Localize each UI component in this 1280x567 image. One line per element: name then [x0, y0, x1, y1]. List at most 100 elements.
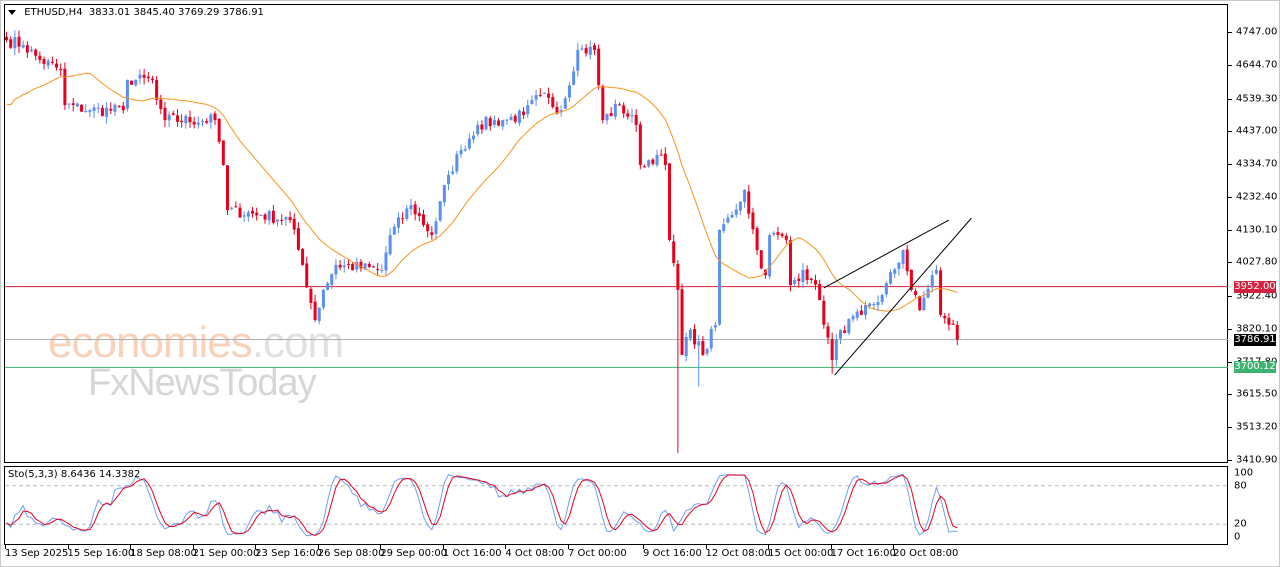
stoch-signal-value: 14.3382	[99, 469, 141, 480]
time-axis-label: 12 Oct 08:00	[705, 548, 771, 559]
candle-body	[930, 275, 934, 288]
candle-body	[451, 171, 455, 174]
candle-body	[326, 283, 330, 290]
candle-body	[517, 110, 521, 123]
candle-body	[488, 118, 492, 127]
candle-body	[88, 110, 92, 113]
candle-body	[317, 307, 321, 321]
price-tick	[1228, 32, 1232, 33]
candle-body	[480, 124, 484, 130]
candle-body	[296, 228, 300, 250]
candle-body	[776, 232, 780, 235]
candle-body	[242, 215, 246, 217]
candle-body	[463, 149, 467, 151]
candle-body	[843, 330, 847, 333]
candle-body	[939, 270, 943, 315]
candle-body	[305, 263, 309, 288]
candle-body	[50, 61, 54, 63]
candle-body	[705, 348, 709, 354]
candle-body	[334, 264, 338, 275]
candle-body	[688, 329, 692, 339]
candle-body	[405, 208, 409, 219]
price-tick	[1228, 98, 1232, 100]
candle-body	[805, 269, 809, 280]
candle-body	[522, 111, 526, 115]
candle-body	[884, 283, 888, 295]
candle-body	[409, 204, 413, 210]
candle-body	[17, 36, 21, 47]
resistance-price-tag: 3952.00	[1234, 280, 1276, 293]
candle-body	[251, 210, 255, 214]
dropdown-triangle-icon[interactable]	[8, 9, 16, 15]
candle-body	[467, 138, 471, 149]
candle-body	[34, 49, 38, 56]
candle-body	[743, 189, 747, 203]
candle-body	[205, 121, 209, 123]
candle-body	[80, 104, 84, 112]
candle-body	[730, 214, 734, 218]
time-axis-label: 21 Sep 00:00	[192, 548, 260, 559]
chart-header: ETHUSD,H4 3833.01 3845.40 3769.29 3786.9…	[8, 7, 264, 18]
candle-body	[280, 219, 284, 221]
candle-body	[622, 105, 626, 114]
candle-body	[734, 209, 738, 215]
candle-body	[217, 118, 221, 142]
candle-body	[342, 265, 346, 268]
candle-body	[484, 116, 488, 130]
candle-body	[221, 140, 225, 165]
candle-body	[117, 105, 121, 107]
candle-body	[547, 93, 551, 98]
candle-body	[396, 217, 400, 228]
candle-body	[150, 78, 154, 81]
candle-body	[401, 218, 405, 220]
candle-body	[167, 114, 171, 121]
stoch-axis-label: 0	[1234, 531, 1241, 543]
time-axis-label: 13 Sep 2025	[5, 548, 69, 559]
candle-body	[196, 122, 200, 125]
candle-body	[25, 45, 29, 53]
candle-body	[413, 204, 417, 215]
candle-body	[501, 120, 505, 127]
candle-body	[513, 115, 517, 122]
candle-body	[601, 86, 605, 121]
ohlc-low: 3769.29	[178, 7, 220, 18]
time-axis-label: 26 Sep 08:00	[317, 548, 385, 559]
candle-body	[301, 249, 305, 265]
price-tick	[1228, 164, 1232, 166]
candle-body	[797, 278, 801, 282]
candle-body	[384, 252, 388, 271]
candle-body	[551, 97, 555, 108]
candle-body	[859, 310, 863, 315]
candle-body	[638, 124, 642, 165]
candle-body	[426, 224, 430, 232]
candle-body	[380, 270, 384, 272]
candle-body	[697, 341, 701, 346]
candle-body	[747, 191, 751, 214]
candle-body	[826, 326, 830, 338]
moving-average-line	[6, 72, 958, 312]
candle-body	[75, 103, 79, 107]
candle-body	[192, 121, 196, 125]
candle-body	[726, 217, 730, 223]
time-axis-label: 29 Sep 00:00	[380, 548, 448, 559]
candle-body	[847, 318, 851, 334]
ohlc-close: 3786.91	[222, 7, 264, 18]
candle-body	[617, 104, 621, 106]
candle-body	[38, 55, 42, 60]
candle-body	[613, 103, 617, 117]
candle-body	[288, 217, 292, 221]
candle-body	[509, 116, 513, 120]
candle-body	[5, 36, 8, 41]
stochastic-label: Sto(5,3,3) 8.6436 14.3382	[8, 469, 140, 480]
candle-body	[417, 213, 421, 216]
candle-body	[21, 45, 25, 48]
candle-body	[663, 153, 667, 165]
price-axis-label: 4644.70	[1236, 59, 1278, 71]
candle-body	[901, 250, 905, 264]
price-tick	[1228, 394, 1232, 396]
candle-body	[271, 210, 275, 223]
candle-body	[755, 228, 759, 251]
price-tick	[1228, 64, 1232, 66]
candle-body	[100, 107, 104, 116]
candle-body	[868, 303, 872, 307]
